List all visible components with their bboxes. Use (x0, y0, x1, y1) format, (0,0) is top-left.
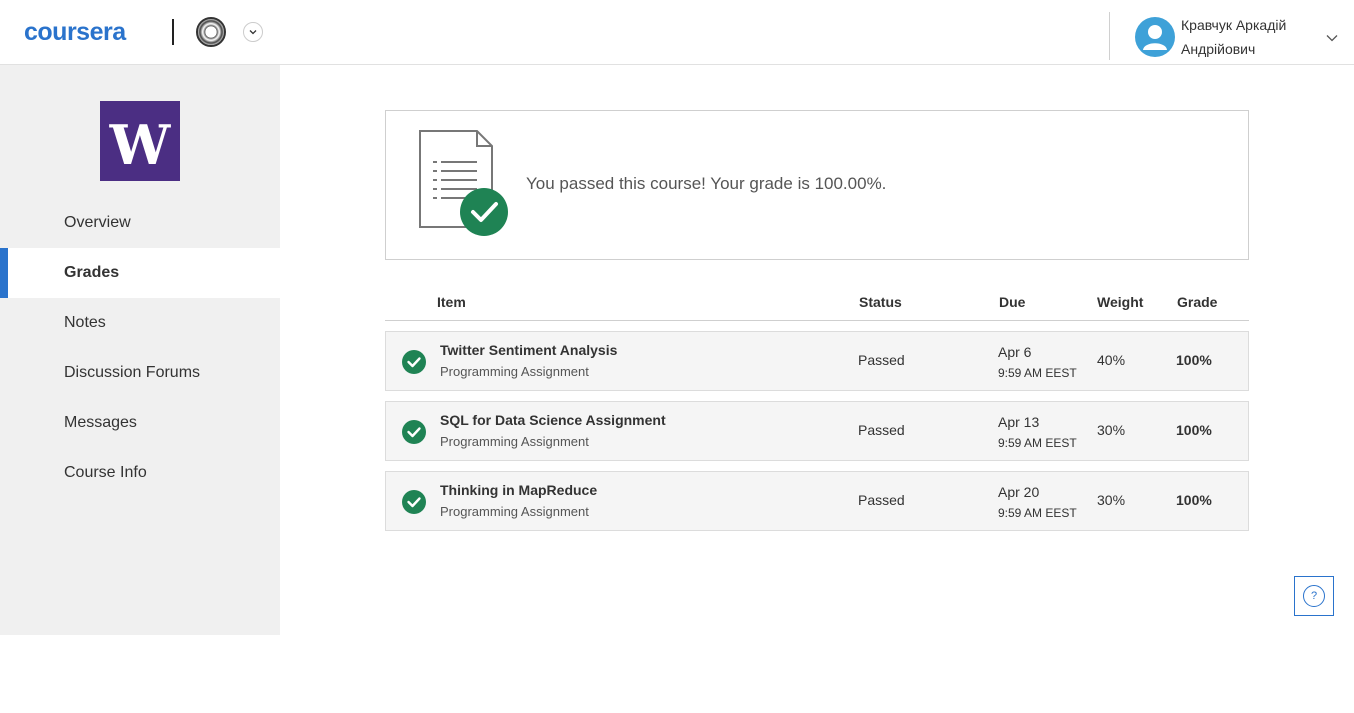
column-header-weight: Weight (1097, 294, 1144, 310)
user-avatar-icon[interactable] (1135, 17, 1175, 57)
column-header-grade: Grade (1177, 294, 1218, 310)
sidebar-item-messages[interactable]: Messages (0, 398, 280, 448)
check-circle-icon (402, 350, 426, 374)
weight-value: 30% (1097, 422, 1126, 438)
column-header-status: Status (859, 294, 902, 310)
sidebar-item-grades[interactable]: Grades (0, 248, 280, 298)
column-header-due: Due (999, 294, 1026, 310)
top-header: coursera Кравчук Аркадій Андрійович (0, 0, 1354, 65)
grade-summary-message: You passed this course! Your grade is 10… (526, 174, 887, 193)
due-time: 9:59 AM EEST (998, 366, 1077, 380)
grade-value: 100% (1176, 422, 1212, 438)
sidebar-item-notes[interactable]: Notes (0, 298, 280, 348)
due-time: 9:59 AM EEST (998, 506, 1077, 520)
table-row[interactable]: SQL for Data Science Assignment Programm… (385, 401, 1249, 461)
grade-summary-card: You passed this course! Your grade is 10… (385, 110, 1249, 260)
weight-value: 30% (1097, 492, 1126, 508)
due-date: Apr 20 (998, 484, 1040, 500)
user-name[interactable]: Кравчук Аркадій Андрійович (1181, 13, 1311, 61)
table-row[interactable]: Thinking in MapReduce Programming Assign… (385, 471, 1249, 531)
check-circle-icon (402, 490, 426, 514)
header-divider (1109, 12, 1110, 60)
user-menu-chevron-down-icon[interactable] (1325, 30, 1339, 44)
help-button[interactable]: ? (1294, 576, 1334, 616)
coursera-logo[interactable]: coursera (24, 17, 126, 47)
document-check-icon (419, 130, 508, 236)
status-text: Passed (858, 422, 905, 438)
status-text: Passed (858, 492, 905, 508)
course-logo[interactable]: W (100, 101, 180, 181)
sidebar-item-discussion-forums[interactable]: Discussion Forums (0, 348, 280, 398)
sidebar-item-overview[interactable]: Overview (0, 198, 280, 248)
logo-divider (172, 19, 174, 45)
grade-value: 100% (1176, 352, 1212, 368)
table-row[interactable]: Twitter Sentiment Analysis Programming A… (385, 331, 1249, 391)
due-date: Apr 6 (998, 344, 1032, 360)
due-time: 9:59 AM EEST (998, 436, 1077, 450)
weight-value: 40% (1097, 352, 1126, 368)
sidebar-item-course-info[interactable]: Course Info (0, 448, 280, 498)
due-date: Apr 13 (998, 414, 1040, 430)
status-text: Passed (858, 352, 905, 368)
chevron-down-icon (249, 30, 257, 35)
help-icon: ? (1303, 585, 1325, 607)
check-circle-icon (402, 420, 426, 444)
grades-table-header: Item Status Due Weight Grade (385, 285, 1249, 321)
course-logo-letter: W (109, 113, 171, 177)
assignment-name-link[interactable]: SQL for Data Science Assignment (440, 412, 666, 428)
assignment-type: Programming Assignment (440, 504, 589, 519)
assignment-name-link[interactable]: Thinking in MapReduce (440, 482, 597, 498)
university-seal-icon[interactable] (196, 17, 226, 47)
assignment-type: Programming Assignment (440, 434, 589, 449)
grade-value: 100% (1176, 492, 1212, 508)
column-header-item: Item (437, 294, 466, 310)
assignment-name-link[interactable]: Twitter Sentiment Analysis (440, 342, 617, 358)
assignment-type: Programming Assignment (440, 364, 589, 379)
org-dropdown-button[interactable] (243, 22, 263, 42)
